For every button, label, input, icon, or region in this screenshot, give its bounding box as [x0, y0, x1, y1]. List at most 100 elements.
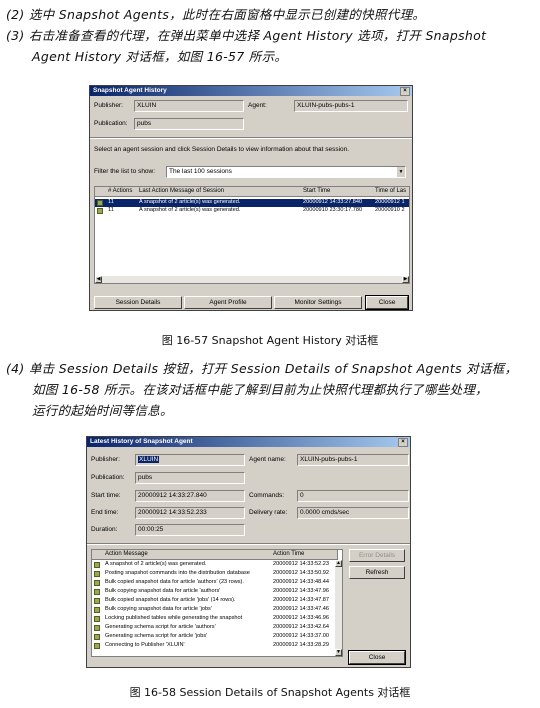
cell-action-time: 20000912 14:33:47.96 [273, 588, 329, 594]
separator [90, 137, 412, 139]
cell-actions: 11 [108, 199, 114, 205]
publication-label: Publication: [91, 474, 125, 481]
cell-message: A snapshot of 2 article(s) was generated… [139, 207, 241, 213]
close-button[interactable]: Close [348, 650, 406, 665]
sessions-grid: # Actions Last Action Message of Session… [94, 186, 410, 284]
agent-name-label: Agent name: [249, 456, 286, 463]
horizontal-scrollbar[interactable]: ◀ ▶ [95, 276, 409, 283]
close-icon[interactable]: × [400, 87, 410, 96]
step-4-line-1: (4) 单击 Session Details 按钮，打开 Session Det… [6, 361, 518, 376]
action-icon [94, 616, 100, 622]
cell-message: A snapshot of 2 article(s) was generated… [139, 199, 241, 205]
step-2-paragraph: (2) 选中 Snapshot Agents，此时在右面窗格中显示已创建的快照代… [6, 4, 534, 25]
grid-header-message[interactable]: Last Action Message of Session [137, 187, 302, 197]
grid-header-actions[interactable]: # Actions [106, 187, 138, 197]
action-icon [94, 634, 100, 640]
table-row[interactable]: Connecting to Publisher 'XLUIN' 20000912 … [92, 642, 342, 650]
grid-header-last[interactable]: Time of Las [373, 187, 409, 197]
monitor-settings-button[interactable]: Monitor Settings [274, 296, 362, 309]
refresh-button[interactable]: Refresh [349, 566, 405, 579]
step-3-line-2: Agent History 对话框，如图 16-57 所示。 [32, 49, 288, 64]
duration-label: Duration: [91, 526, 118, 533]
latest-history-dialog: Latest History of Snapshot Agent × Publi… [86, 436, 411, 668]
start-time-label: Start time: [91, 492, 121, 499]
cell-action-time: 20000912 14:33:37.00 [273, 633, 329, 639]
table-row[interactable]: Bulk copying snapshot data for article '… [92, 588, 342, 596]
cell-action-time: 20000912 14:33:47.46 [273, 606, 329, 612]
dialog-title: Snapshot Agent History [93, 87, 167, 94]
actions-grid: Action Message Action Time A snapshot of… [91, 549, 343, 657]
cell-action-time: 20000912 14:33:28.29 [273, 642, 329, 648]
action-icon [94, 589, 100, 595]
session-details-button[interactable]: Session Details [94, 296, 182, 309]
start-time-field: 20000912 14:33:27.840 [135, 490, 245, 502]
agent-name-field: XLUIN-pubs-pubs-1 [297, 454, 409, 466]
table-row[interactable]: Locking published tables while generatin… [92, 615, 342, 623]
publisher-value-selected: XLUIN [138, 456, 160, 463]
error-details-button[interactable]: Error Details [349, 549, 405, 562]
table-row[interactable]: Posting snapshot commands into the distr… [92, 570, 342, 578]
vertical-scrollbar[interactable]: ▲ ▼ [335, 560, 342, 656]
table-row[interactable]: A snapshot of 2 article(s) was generated… [92, 561, 342, 569]
end-time-label: End time: [91, 509, 119, 516]
table-row[interactable]: 11 A snapshot of 2 article(s) was genera… [95, 199, 409, 207]
cell-action-time: 20000912 14:33:52.23 [273, 561, 329, 567]
dialog-title: Latest History of Snapshot Agent [90, 438, 193, 445]
publisher-field: XLUIN [135, 454, 245, 466]
cell-action-message: Generating schema script for article 'au… [105, 624, 216, 630]
agent-profile-button[interactable]: Agent Profile [184, 296, 272, 309]
cell-action-message: Bulk copied snapshot data for article 'a… [105, 579, 244, 585]
publication-field: pubs [135, 472, 245, 484]
delivery-rate-label: Delivery rate: [249, 509, 288, 516]
publisher-label: Publisher: [94, 102, 123, 109]
publisher-label: Publisher: [91, 456, 120, 463]
scroll-right-icon[interactable]: ▶ [402, 276, 409, 283]
delivery-rate-field: 0.0000 cmds/sec [297, 507, 409, 519]
table-row[interactable]: Bulk copied snapshot data for article 'j… [92, 597, 342, 605]
close-button[interactable]: Close [365, 295, 409, 310]
close-icon[interactable]: × [398, 438, 408, 447]
filter-select[interactable]: The last 100 sessions ▼ [166, 166, 406, 178]
commands-field: 0 [297, 490, 409, 502]
cell-action-message: Bulk copying snapshot data for article '… [105, 588, 221, 594]
cell-action-time: 20000912 14:33:50.92 [273, 570, 329, 576]
table-row[interactable]: Generating schema script for article 'au… [92, 624, 342, 632]
step-3-paragraph: (3) 右击准备查看的代理，在弹出菜单中选择 Agent History 选项，… [6, 25, 534, 67]
step-2-line-1: (2) 选中 Snapshot Agents，此时在右面窗格中显示已创建的快照代… [6, 7, 426, 22]
action-icon [94, 598, 100, 604]
table-row[interactable]: Bulk copied snapshot data for article 'a… [92, 579, 342, 587]
cell-action-message: Locking published tables while generatin… [105, 615, 243, 621]
publication-label: Publication: [94, 120, 128, 127]
duration-field: 00:00:25 [135, 524, 245, 536]
action-icon [94, 643, 100, 649]
filter-select-value: The last 100 sessions [169, 168, 232, 175]
dialog-title-bar: Snapshot Agent History × [90, 86, 412, 96]
grid-header-start[interactable]: Start Time [301, 187, 374, 197]
dialog-title-bar: Latest History of Snapshot Agent × [87, 437, 410, 447]
table-row[interactable]: Generating schema script for article 'jo… [92, 633, 342, 641]
figure-16-58-caption: 图 16-58 Session Details of Snapshot Agen… [129, 686, 411, 699]
instruction-text: Select an agent session and click Sessio… [94, 146, 350, 153]
cell-action-time: 20000912 14:33:46.96 [273, 615, 329, 621]
cell-action-message: A snapshot of 2 article(s) was generated… [105, 561, 207, 567]
cell-action-time: 20000912 14:33:42.64 [273, 624, 329, 630]
scroll-down-icon[interactable]: ▼ [335, 649, 342, 656]
cell-action-message: Connecting to Publisher 'XLUIN' [105, 642, 185, 648]
chevron-down-icon[interactable]: ▼ [397, 167, 405, 177]
grid-header-action-message[interactable]: Action Message [103, 550, 272, 560]
action-icon [94, 580, 100, 586]
commands-label: Commands: [249, 492, 285, 499]
grid-header-action-time[interactable]: Action Time [271, 550, 338, 560]
table-row[interactable]: 11 A snapshot of 2 article(s) was genera… [95, 207, 409, 215]
separator [87, 543, 410, 545]
agent-field: XLUIN-pubs-pubs-1 [294, 100, 408, 112]
cell-start: 20000912 14:33:27.840 [303, 199, 363, 205]
session-icon [97, 208, 103, 214]
scroll-up-icon[interactable]: ▲ [335, 560, 342, 567]
cell-action-message: Bulk copying snapshot data for article '… [105, 606, 212, 612]
session-icon [97, 200, 103, 206]
table-row[interactable]: Bulk copying snapshot data for article '… [92, 606, 342, 614]
scroll-left-icon[interactable]: ◀ [95, 276, 102, 283]
cell-action-time: 20000912 14:33:47.87 [273, 597, 329, 603]
agent-label: Agent: [248, 102, 267, 109]
